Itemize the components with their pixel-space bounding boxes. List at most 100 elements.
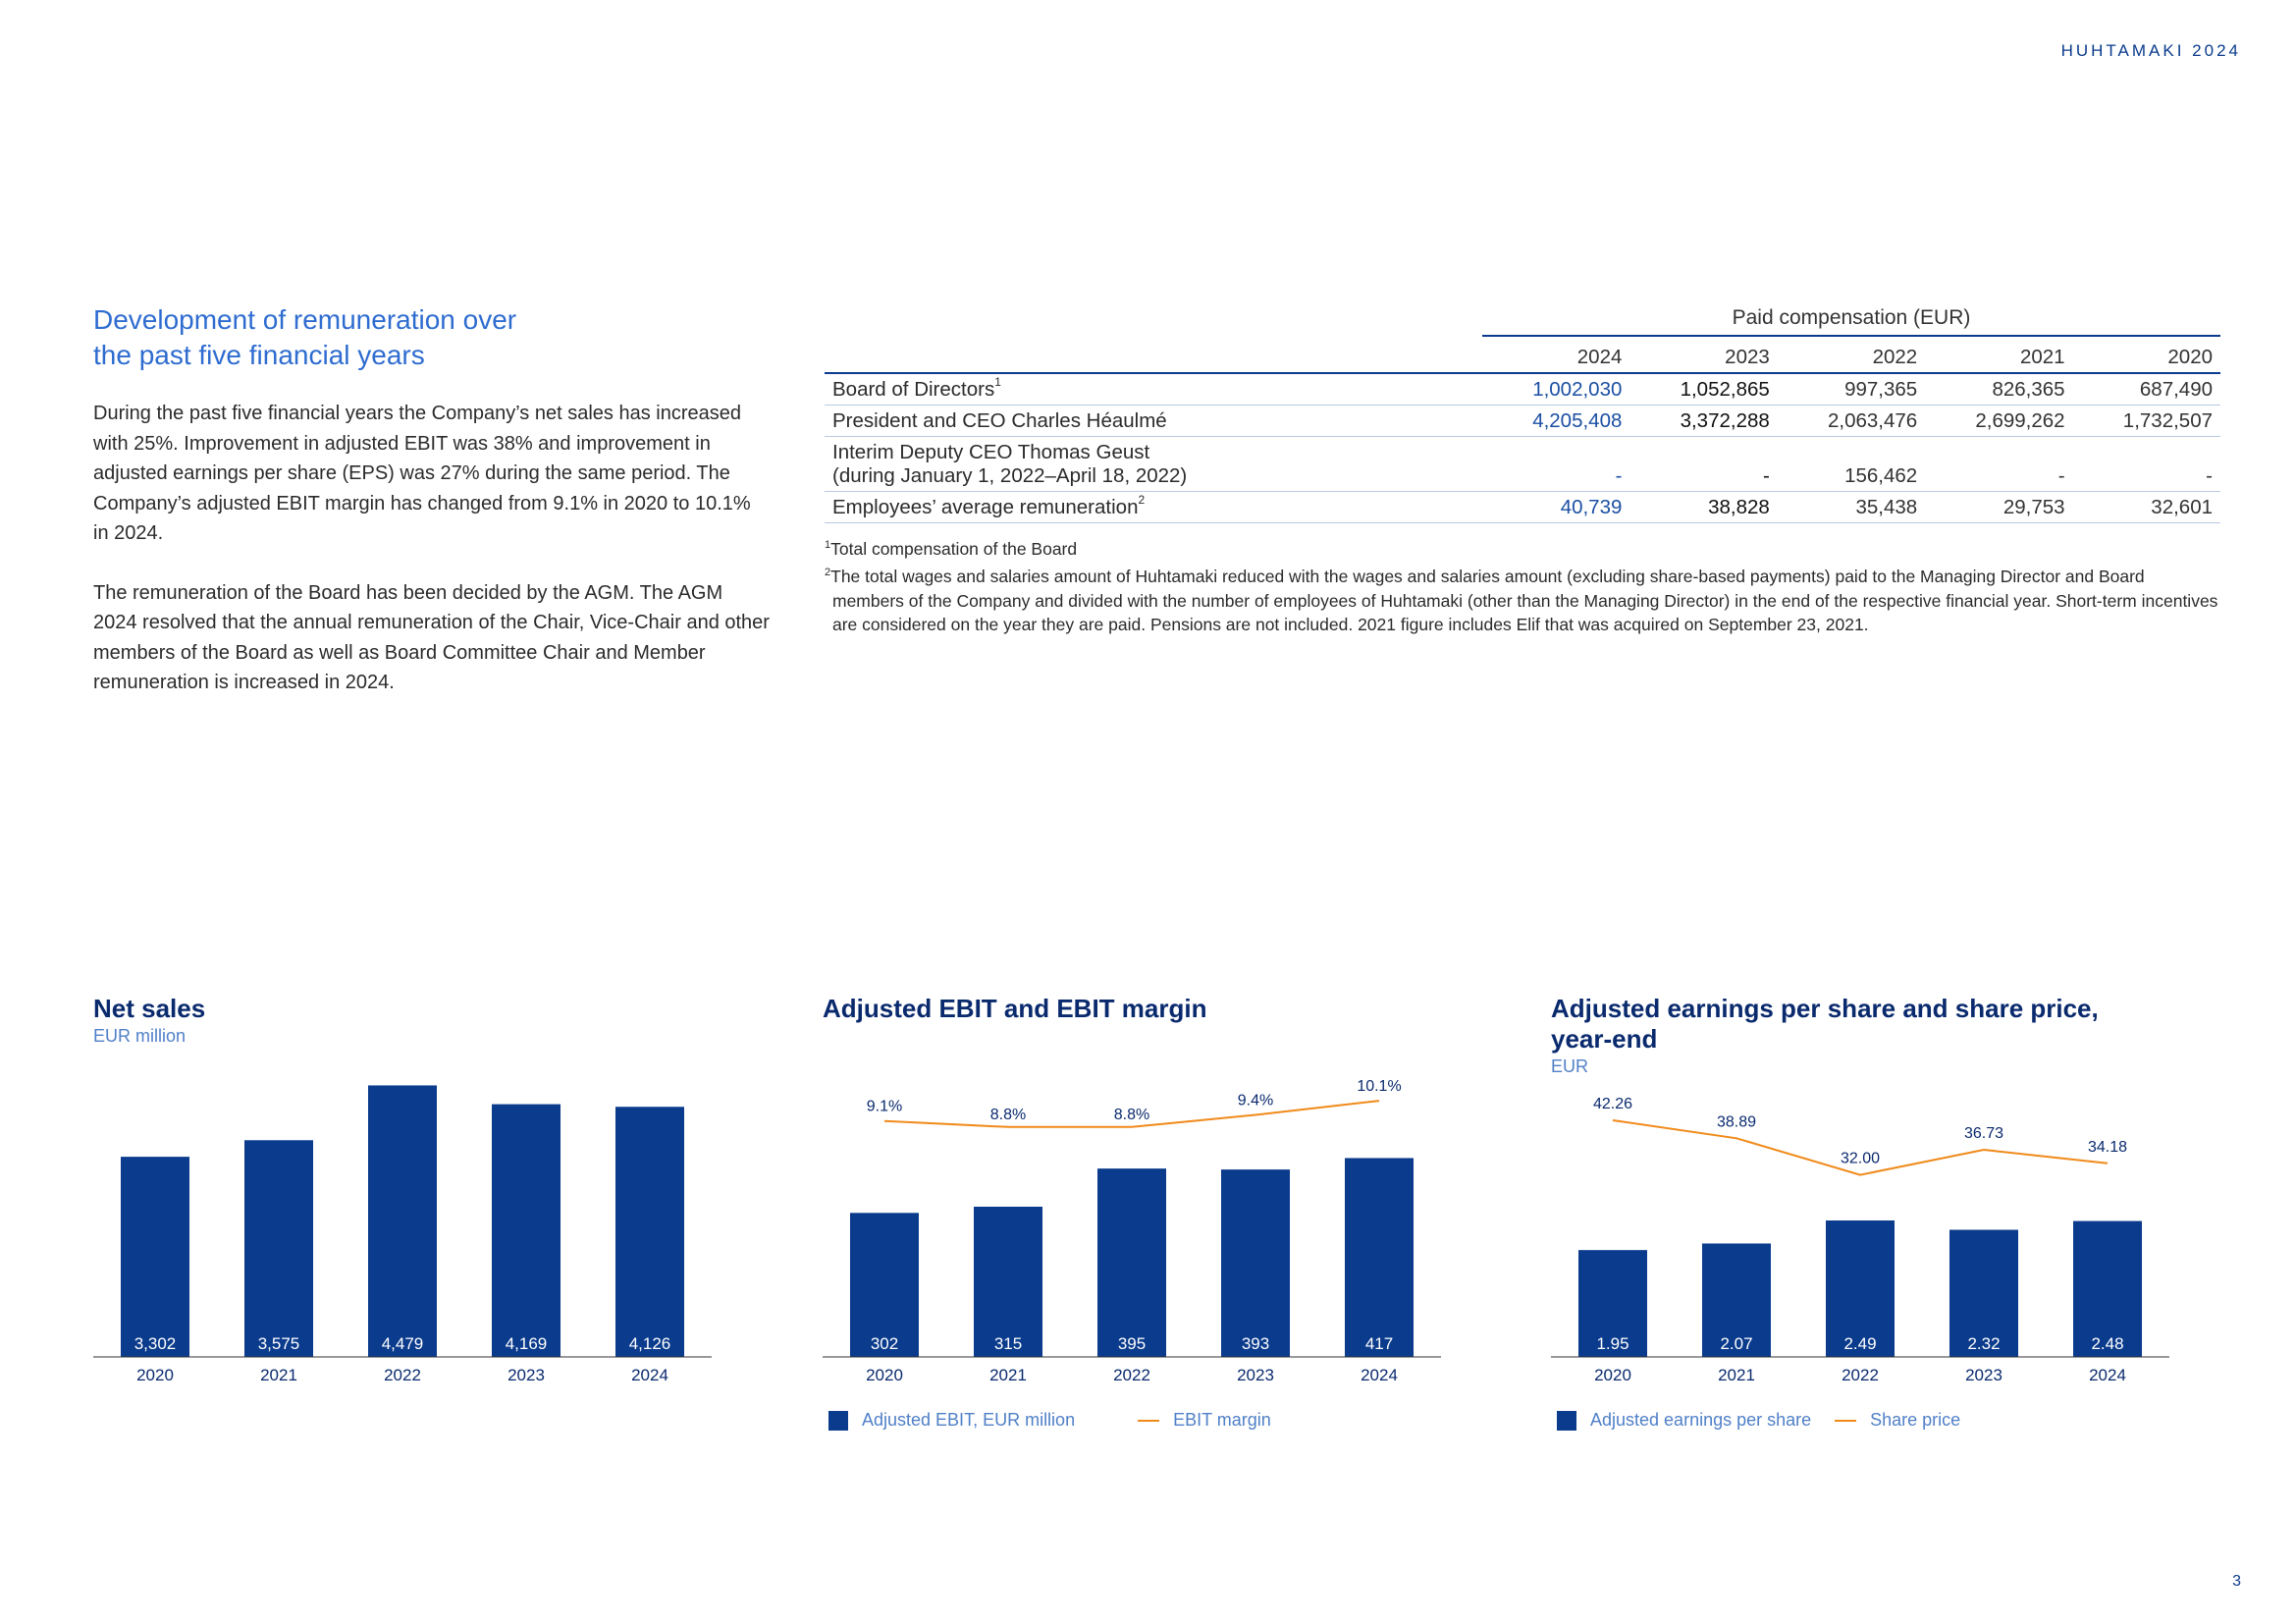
- x-tick-label: 2022: [1842, 1366, 1879, 1384]
- line-value-label: 36.73: [1964, 1125, 2003, 1142]
- bar-value-label: 4,479: [382, 1334, 424, 1353]
- cell: 3,372,288: [1629, 405, 1778, 437]
- line-value-label: 42.26: [1593, 1096, 1632, 1112]
- cell: 40,739: [1482, 491, 1630, 523]
- legend-label: Share price: [1870, 1410, 1961, 1430]
- bar: [1345, 1158, 1414, 1357]
- cell: 2,699,262: [1925, 405, 2073, 437]
- cell: 687,490: [2072, 373, 2220, 406]
- line-value-label: 10.1%: [1357, 1078, 1401, 1095]
- x-tick-label: 2023: [507, 1366, 545, 1384]
- adjusted-ebit-plot: 302 2020 315 2021 395 2022 393 2023 417 2024 9.1% 8…: [823, 1078, 1441, 1384]
- column-header: 2023: [1629, 337, 1778, 374]
- bar-value-label: 395: [1118, 1334, 1146, 1353]
- bar-value-label: 2.07: [1720, 1334, 1752, 1353]
- x-tick-label: 2023: [1237, 1366, 1274, 1384]
- bar: [1221, 1169, 1290, 1357]
- bar-value-label: 2.48: [2091, 1334, 2123, 1353]
- bar-value-label: 4,126: [629, 1334, 671, 1353]
- bar-legend-swatch: [828, 1410, 848, 1431]
- cell: -: [1629, 436, 1778, 492]
- net-sales-chart: Net sales EUR million 3,302 2020 3,575 2021…: [93, 994, 712, 1384]
- column-header: 2021: [1925, 337, 2073, 374]
- chart-legend: Adjusted EBIT, EUR million EBIT margin: [828, 1410, 1271, 1431]
- x-tick-label: 2023: [1965, 1366, 2002, 1384]
- line-legend-swatch: [1835, 1419, 1857, 1422]
- cell: 997,365: [1777, 373, 1926, 406]
- cell: 826,365: [1925, 373, 2073, 406]
- bar-value-label: 315: [994, 1334, 1022, 1353]
- cell: 4,205,408: [1482, 405, 1630, 437]
- table-footnotes: 1Total compensation of the Board 2The to…: [825, 533, 2220, 637]
- x-tick-label: 2022: [384, 1366, 421, 1384]
- bar-value-label: 4,169: [506, 1334, 548, 1353]
- bar-value-label: 302: [871, 1334, 898, 1353]
- bar-value-label: 1.95: [1596, 1334, 1629, 1353]
- line-value-label: 32.00: [1841, 1151, 1880, 1167]
- table-caption: Paid compensation (EUR): [1482, 306, 2220, 337]
- footnote-2: 2The total wages and salaries amount of …: [825, 567, 2218, 635]
- compensation-table: 2024 2023 2022 2021 2020 Board of Direct…: [825, 337, 2220, 523]
- bar: [615, 1107, 684, 1357]
- cell: -: [1925, 436, 2073, 492]
- cell: 1,002,030: [1482, 373, 1630, 406]
- x-tick-label: 2022: [1113, 1366, 1150, 1384]
- column-header: 2024: [1482, 337, 1630, 374]
- bar: [1097, 1168, 1166, 1357]
- row-label: President and CEO Charles Héaulmé: [825, 405, 1482, 437]
- footnote-marker: 2: [1138, 493, 1146, 507]
- legend-label: Adjusted EBIT, EUR million: [862, 1410, 1076, 1430]
- cell: 29,753: [1925, 491, 2073, 523]
- eps-plot: 1.95 2020 2.07 2021 2.49 2022 2.32 2023 2.48 2024…: [1551, 1096, 2169, 1384]
- line-value-label: 9.4%: [1238, 1093, 1273, 1110]
- x-tick-label: 2024: [1361, 1366, 1398, 1384]
- x-tick-label: 2024: [631, 1366, 668, 1384]
- footnote-1: 1Total compensation of the Board: [825, 538, 1078, 559]
- x-tick-label: 2021: [989, 1366, 1027, 1384]
- cell: 38,828: [1629, 491, 1778, 523]
- bar-value-label: 3,575: [258, 1334, 300, 1353]
- section-title-line2: the past five financial years: [93, 340, 425, 370]
- x-tick-label: 2020: [866, 1366, 903, 1384]
- bar: [492, 1104, 561, 1357]
- row-label: Interim Deputy CEO Thomas Geust (during J…: [825, 436, 1482, 492]
- page-number: 3: [2232, 1573, 2241, 1590]
- x-tick-label: 2021: [260, 1366, 297, 1384]
- bar-value-label: 417: [1365, 1334, 1393, 1353]
- eps-chart: Adjusted earnings per share and share pr…: [1551, 994, 2169, 1431]
- line-value-label: 38.89: [1717, 1113, 1756, 1130]
- table-header-row: 2024 2023 2022 2021 2020: [825, 337, 2220, 374]
- line-legend-swatch: [1138, 1419, 1160, 1422]
- table-row: President and CEO Charles Héaulmé 4,205,…: [825, 405, 2220, 437]
- bar: [244, 1140, 313, 1357]
- cell: -: [2072, 436, 2220, 492]
- cell: 35,438: [1777, 491, 1926, 523]
- compensation-table-section: Paid compensation (EUR) 2024 2023 2022 2…: [825, 306, 2220, 637]
- table-row: Employees’ average remuneration2 40,739 …: [825, 491, 2220, 523]
- net-sales-plot: 3,302 2020 3,575 2021 4,479 2022 4,169 2023 4,12…: [93, 1085, 712, 1384]
- legend-label: Adjusted earnings per share: [1590, 1410, 1812, 1430]
- brand-header: HUHTAMAKI 2024: [2060, 41, 2241, 60]
- x-tick-label: 2021: [1718, 1366, 1755, 1384]
- cell: 1,732,507: [2072, 405, 2220, 437]
- bar-legend-swatch: [1557, 1410, 1576, 1431]
- footnote-marker: 1: [994, 375, 1001, 389]
- x-tick-label: 2024: [2089, 1366, 2126, 1384]
- x-tick-label: 2020: [136, 1366, 174, 1384]
- line-value-label: 8.8%: [1114, 1107, 1149, 1123]
- row-label: Employees’ average remuneration2: [825, 491, 1482, 523]
- bar: [121, 1157, 189, 1357]
- line-value-label: 8.8%: [990, 1107, 1026, 1123]
- row-label: Board of Directors1: [825, 373, 1482, 406]
- table-row: Board of Directors1 1,002,030 1,052,865 …: [825, 373, 2220, 406]
- line-value-label: 34.18: [2088, 1139, 2127, 1156]
- bar-value-label: 3,302: [134, 1334, 177, 1353]
- cell: -: [1482, 436, 1630, 492]
- section-title-line1: Development of remuneration over: [93, 304, 517, 335]
- cell: 156,462: [1777, 436, 1926, 492]
- intro-section: Development of remuneration over the pas…: [93, 302, 771, 728]
- bar-value-label: 2.32: [1967, 1334, 2000, 1353]
- column-header: 2022: [1777, 337, 1926, 374]
- bar-value-label: 2.49: [1843, 1334, 1876, 1353]
- intro-paragraph-1: During the past five financial years the…: [93, 403, 751, 544]
